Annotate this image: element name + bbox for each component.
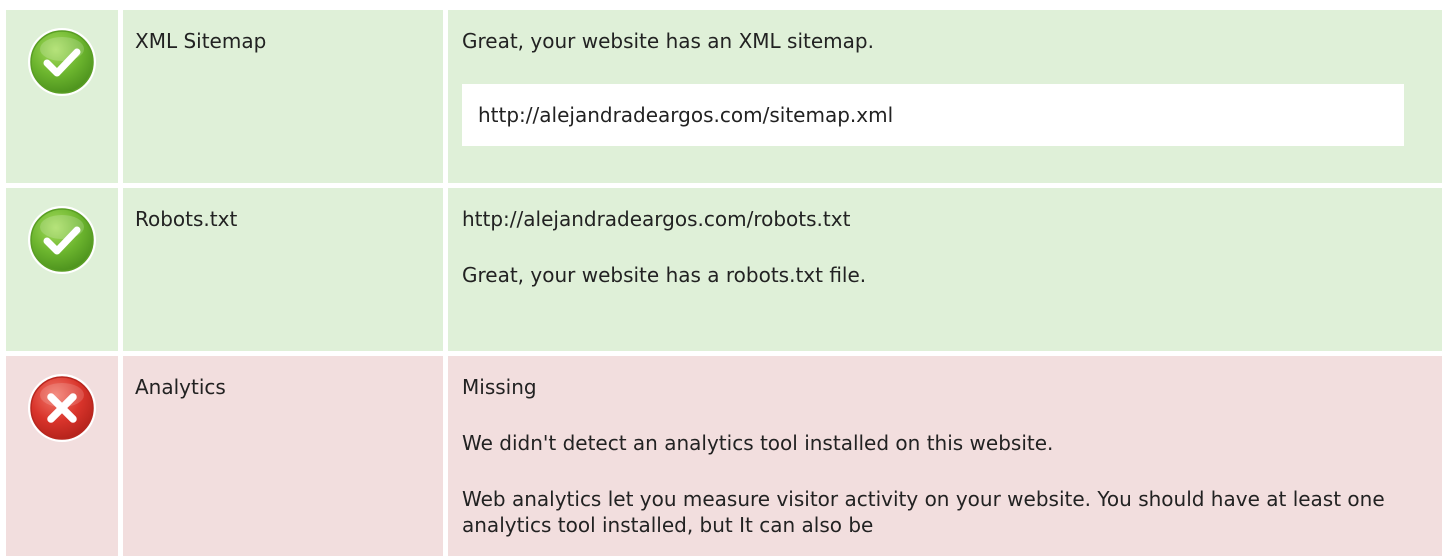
check-detail: Missing We didn't detect an analytics to… [448,356,1442,556]
status-cell [6,188,118,351]
check-icon [28,28,96,96]
check-icon [28,206,96,274]
sitemap-url-box: http://alejandradeargos.com/sitemap.xml [462,84,1404,146]
check-row-robots-txt: Robots.txt http://alejandradeargos.com/r… [6,188,1442,351]
status-cell [6,10,118,183]
check-detail: http://alejandradeargos.com/robots.txt G… [448,188,1442,351]
check-name: Robots.txt [123,188,443,351]
seo-report-table: XML Sitemap Great, your website has an X… [6,10,1442,556]
cross-icon [28,374,96,442]
status-cell [6,356,118,556]
check-row-xml-sitemap: XML Sitemap Great, your website has an X… [6,10,1442,183]
check-message: Great, your website has a robots.txt fil… [462,263,867,287]
check-detail: Great, your website has an XML sitemap. … [448,10,1442,183]
check-name: XML Sitemap [123,10,443,183]
check-message: We didn't detect an analytics tool insta… [462,431,1054,455]
check-name: Analytics [123,356,443,556]
check-row-analytics: Analytics Missing We didn't detect an an… [6,356,1442,556]
check-message: Missing [462,375,537,399]
check-message: http://alejandradeargos.com/robots.txt [462,207,851,231]
check-message: Web analytics let you measure visitor ac… [462,487,1385,537]
check-message: Great, your website has an XML sitemap. [462,29,874,53]
